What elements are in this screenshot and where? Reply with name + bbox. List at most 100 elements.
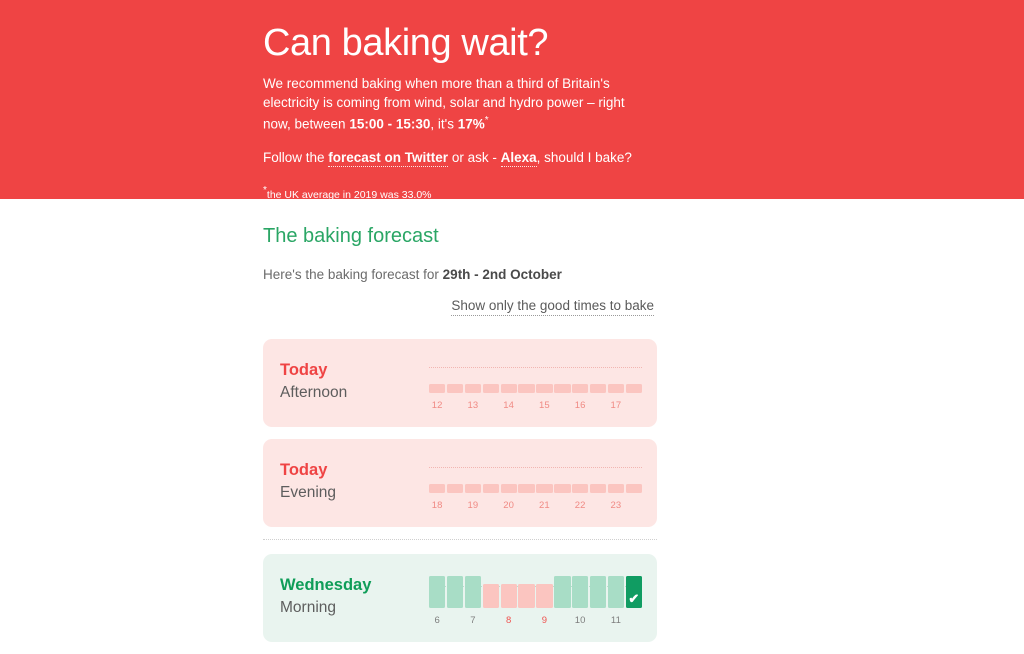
tick-label: 13 [467, 400, 479, 411]
alexa-link[interactable]: Alexa [500, 150, 537, 167]
bar[interactable] [500, 384, 517, 393]
bar[interactable] [518, 384, 535, 393]
bar[interactable] [572, 576, 589, 608]
bar[interactable] [554, 576, 571, 608]
forecast-card[interactable]: Today Evening 18 19 20 21 22 23 [263, 439, 657, 527]
bar[interactable] [607, 484, 625, 493]
tick-label: 19 [467, 500, 479, 511]
card-chart: 18 19 20 21 22 23 [429, 461, 642, 513]
forecast-date-range: 29th - 2nd October [442, 267, 562, 282]
tick-label [483, 399, 499, 413]
bar[interactable] [607, 576, 625, 608]
footnote-marker: * [484, 115, 489, 126]
forecast-card[interactable]: Today Afternoon 12 13 14 15 16 17 [263, 339, 657, 427]
tick-label: 21 [539, 500, 550, 511]
bar[interactable] [464, 576, 482, 608]
tick-label: 10 [574, 615, 586, 626]
bar[interactable] [446, 576, 464, 608]
bar[interactable] [554, 384, 571, 393]
bar[interactable] [589, 484, 607, 493]
tick-label [518, 614, 534, 628]
card-chart: ✔ 6 7 8 9 10 11 [429, 576, 642, 628]
bar[interactable] [500, 484, 517, 493]
tick-label [554, 499, 570, 513]
bar[interactable] [536, 584, 553, 608]
bar[interactable] [572, 384, 589, 393]
tick-label: 17 [610, 400, 622, 411]
bar[interactable] [429, 384, 446, 393]
toggle-row: Show only the good times to bake [263, 298, 663, 316]
page-title: Can baking wait? [263, 22, 549, 64]
tick-label: 20 [503, 500, 515, 511]
bar[interactable] [482, 384, 499, 393]
tick-label: 15 [539, 400, 550, 411]
twitter-forecast-link[interactable]: forecast on Twitter [328, 150, 449, 167]
tick-labels: 12 13 14 15 16 17 [429, 399, 642, 413]
tick-label: 14 [503, 400, 515, 411]
tick-label [483, 499, 499, 513]
bar[interactable] [589, 576, 607, 608]
card-period-label: Evening [280, 484, 337, 501]
tick-labels: 18 19 20 21 22 23 [429, 499, 642, 513]
card-day-label: Today [280, 461, 328, 479]
card-labels: Wednesday Morning [280, 575, 371, 619]
tick-label [518, 499, 534, 513]
day-divider [263, 539, 657, 540]
tick-label: 23 [610, 500, 622, 511]
tick-label: 11 [610, 615, 621, 626]
bar[interactable] [429, 484, 446, 493]
tick-label [626, 399, 642, 413]
bar[interactable] [518, 484, 535, 493]
bar[interactable] [464, 484, 482, 493]
bar[interactable] [607, 384, 625, 393]
card-labels: Today Afternoon [280, 360, 347, 404]
hero-content: Can baking wait? We recommend baking whe… [263, 0, 683, 203]
bar[interactable] [429, 576, 446, 608]
bar[interactable] [482, 484, 499, 493]
forecast-section: The baking forecast Here's the baking fo… [263, 199, 663, 654]
bar[interactable] [572, 484, 589, 493]
tick-label: 16 [574, 400, 586, 411]
tick-label [590, 399, 606, 413]
tick-label: 22 [574, 500, 586, 511]
tick-label: 18 [431, 500, 443, 511]
bar[interactable] [482, 584, 499, 608]
bar[interactable] [536, 384, 553, 393]
bar[interactable] [625, 484, 642, 493]
baking-forecast-page: Can baking wait? We recommend baking whe… [0, 0, 1024, 654]
bar[interactable] [625, 384, 642, 393]
tick-label: 9 [541, 615, 548, 626]
threshold-line [429, 367, 642, 368]
bar[interactable] [446, 384, 464, 393]
follow-prefix: Follow the [263, 150, 329, 165]
tick-label [554, 399, 570, 413]
bar[interactable] [518, 584, 535, 608]
card-labels: Today Evening [280, 460, 336, 504]
hero-subtitle: We recommend baking when more than a thi… [263, 75, 655, 134]
tick-label [447, 614, 463, 628]
tick-label: 6 [434, 615, 440, 626]
tick-label: 8 [505, 615, 512, 626]
tick-labels: 6 7 8 9 10 11 [429, 614, 642, 628]
show-good-times-toggle[interactable]: Show only the good times to bake [451, 298, 654, 316]
bar[interactable] [464, 384, 482, 393]
forecast-card[interactable]: Wednesday Morning ✔ 6 7 8 9 10 11 [263, 554, 657, 642]
tick-label [447, 399, 463, 413]
hero-banner: Can baking wait? We recommend baking whe… [0, 0, 1024, 203]
check-icon: ✔ [628, 591, 640, 606]
bar[interactable] [554, 484, 571, 493]
tick-label [447, 499, 463, 513]
forecast-card-list: Today Afternoon 12 13 14 15 16 17 Today Evening 18… [263, 339, 663, 642]
hero-follow-line: Follow the forecast on Twitter or ask - … [263, 149, 683, 167]
bar[interactable] [589, 384, 607, 393]
tick-label [590, 614, 606, 628]
bar[interactable] [536, 484, 553, 493]
forecast-date-line: Here's the baking forecast for 29th - 2n… [263, 267, 663, 282]
tick-label [626, 499, 642, 513]
follow-suffix: , should I bake? [536, 150, 632, 165]
forecast-sub-prefix: Here's the baking forecast for [263, 267, 443, 282]
bar-selected[interactable]: ✔ [625, 576, 642, 608]
card-chart: 12 13 14 15 16 17 [429, 361, 642, 413]
bar[interactable] [446, 484, 464, 493]
bar[interactable] [500, 584, 517, 608]
